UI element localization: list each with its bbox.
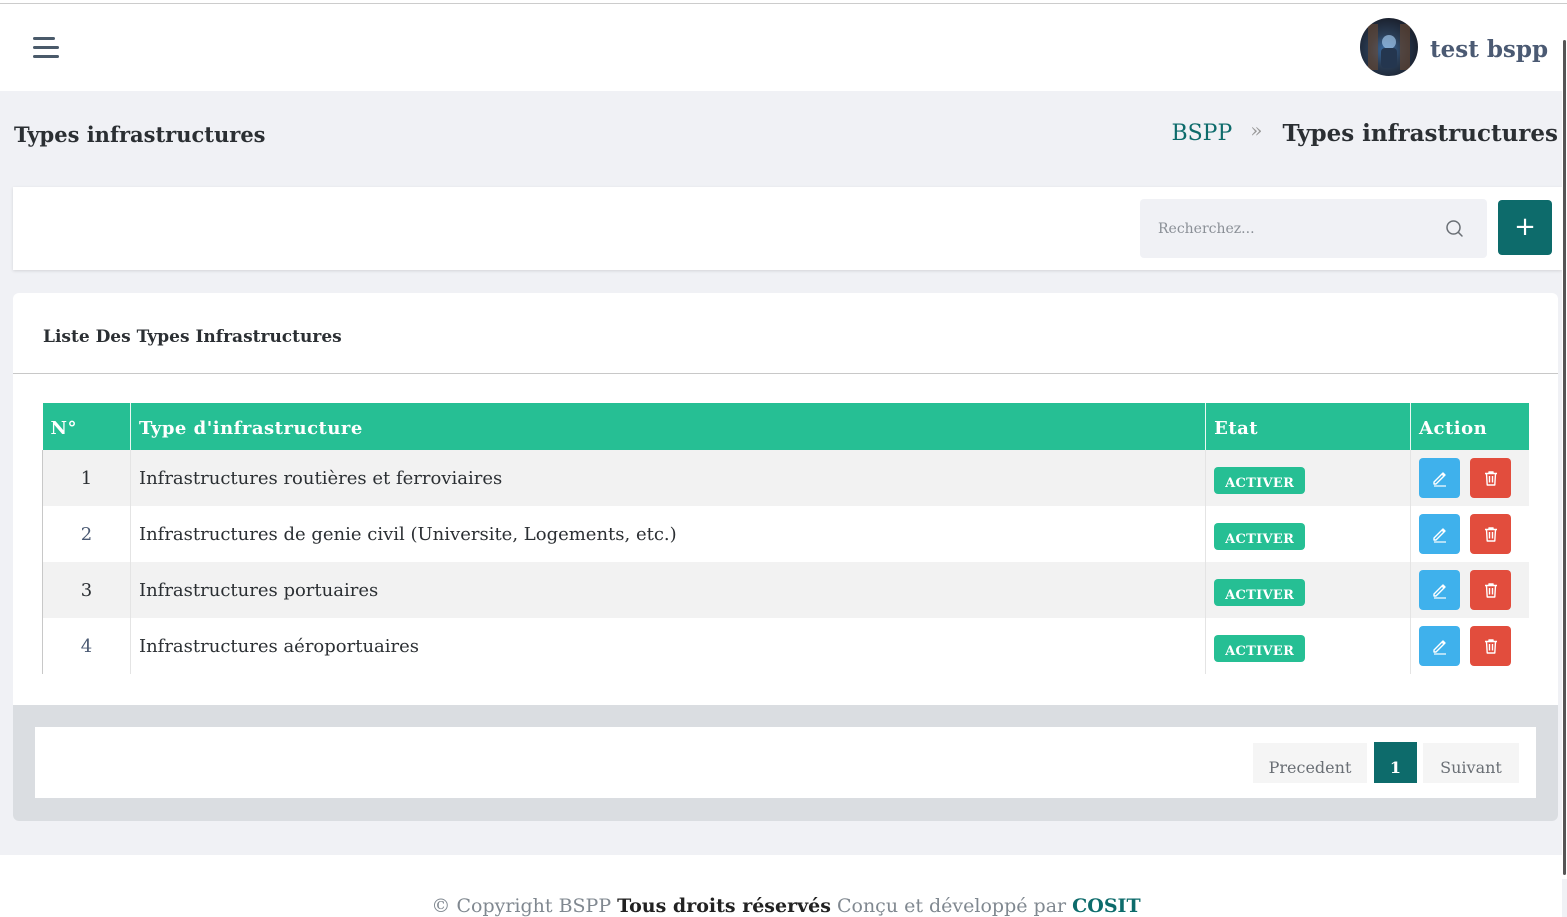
row-number: 4 bbox=[42, 618, 131, 674]
username[interactable]: test bspp bbox=[1430, 36, 1548, 63]
table-header-row: N° Type d'infrastructure Etat Action bbox=[42, 403, 1529, 450]
column-header-action: Action bbox=[1410, 403, 1529, 450]
table-row: 1 Infrastructures routières et ferroviai… bbox=[42, 450, 1529, 506]
row-number: 3 bbox=[42, 562, 131, 618]
trash-icon bbox=[1484, 471, 1497, 486]
row-type: Infrastructures portuaires bbox=[130, 562, 1207, 618]
status-badge[interactable]: ACTIVER bbox=[1214, 578, 1306, 606]
row-type: Infrastructures de genie civil (Universi… bbox=[130, 506, 1207, 562]
delete-button[interactable] bbox=[1470, 458, 1512, 498]
row-actions bbox=[1410, 618, 1529, 674]
trash-icon bbox=[1484, 527, 1497, 542]
scrollbar-thumb[interactable] bbox=[1563, 40, 1566, 875]
delete-button[interactable] bbox=[1470, 570, 1512, 610]
delete-button[interactable] bbox=[1470, 626, 1512, 666]
delete-button[interactable] bbox=[1470, 514, 1512, 554]
edit-button[interactable] bbox=[1419, 458, 1461, 498]
search-icon[interactable] bbox=[1445, 219, 1465, 239]
status-badge[interactable]: ACTIVER bbox=[1214, 634, 1306, 662]
row-type: Infrastructures routières et ferroviaire… bbox=[130, 450, 1207, 506]
pencil-icon bbox=[1432, 528, 1446, 543]
pagination: Precedent 1 Suivant bbox=[35, 727, 1536, 798]
table-row: 3 Infrastructures portuaires ACTIVER bbox=[42, 562, 1529, 618]
row-actions bbox=[1410, 450, 1529, 506]
column-header-type[interactable]: Type d'infrastructure bbox=[130, 403, 1207, 450]
divider bbox=[13, 373, 1558, 374]
search-input[interactable] bbox=[1140, 199, 1440, 258]
pagination-previous-button[interactable]: Precedent bbox=[1253, 743, 1367, 783]
row-number: 1 bbox=[42, 450, 131, 506]
footer-rights: Tous droits réservés bbox=[617, 895, 831, 917]
breadcrumb-current: Types infrastructures bbox=[1282, 120, 1558, 147]
pagination-next-button[interactable]: Suivant bbox=[1423, 743, 1519, 783]
search-toolbar: + bbox=[13, 187, 1562, 270]
row-actions bbox=[1410, 562, 1529, 618]
footer: © Copyright BSPP Tous droits réservés Co… bbox=[0, 855, 1562, 917]
table-row: 4 Infrastructures aéroportuaires ACTIVER bbox=[42, 618, 1529, 674]
infrastructure-types-table: N° Type d'infrastructure Etat Action 1 I… bbox=[42, 403, 1529, 674]
breadcrumb-separator-icon: » bbox=[1250, 117, 1263, 142]
user-avatar[interactable] bbox=[1360, 18, 1418, 76]
row-actions bbox=[1410, 506, 1529, 562]
pencil-icon bbox=[1432, 472, 1446, 487]
trash-icon bbox=[1484, 639, 1497, 654]
trash-icon bbox=[1484, 583, 1497, 598]
footer-text: © Copyright BSPP Tous droits réservés Co… bbox=[0, 895, 1567, 917]
footer-copyright: © Copyright BSPP bbox=[431, 895, 612, 917]
hamburger-menu-icon[interactable] bbox=[33, 37, 61, 61]
row-etat-cell: ACTIVER bbox=[1205, 450, 1412, 506]
list-card: Liste Des Types Infrastructures N° Type … bbox=[13, 293, 1558, 821]
search-box bbox=[1140, 199, 1487, 258]
pencil-icon bbox=[1432, 584, 1446, 599]
edit-button[interactable] bbox=[1419, 626, 1461, 666]
page-title: Types infrastructures bbox=[14, 122, 266, 147]
pagination-page-1[interactable]: 1 bbox=[1374, 742, 1417, 783]
row-number: 2 bbox=[42, 506, 131, 562]
status-badge[interactable]: ACTIVER bbox=[1214, 522, 1306, 550]
column-header-number[interactable]: N° bbox=[42, 403, 131, 450]
row-etat-cell: ACTIVER bbox=[1205, 562, 1412, 618]
row-type: Infrastructures aéroportuaires bbox=[130, 618, 1207, 674]
row-etat-cell: ACTIVER bbox=[1205, 618, 1412, 674]
pencil-icon bbox=[1432, 640, 1446, 655]
column-header-etat[interactable]: Etat bbox=[1205, 403, 1412, 450]
footer-company-link[interactable]: COSIT bbox=[1072, 895, 1140, 917]
footer-designed: Conçu et développé par bbox=[836, 895, 1067, 917]
status-badge[interactable]: ACTIVER bbox=[1214, 466, 1306, 494]
breadcrumb: BSPP » Types infrastructures bbox=[1171, 117, 1558, 148]
row-etat-cell: ACTIVER bbox=[1205, 506, 1412, 562]
edit-button[interactable] bbox=[1419, 570, 1461, 610]
table-row: 2 Infrastructures de genie civil (Univer… bbox=[42, 506, 1529, 562]
breadcrumb-root-link[interactable]: BSPP bbox=[1171, 121, 1232, 146]
add-button[interactable]: + bbox=[1498, 200, 1552, 255]
edit-button[interactable] bbox=[1419, 514, 1461, 554]
list-title: Liste Des Types Infrastructures bbox=[43, 327, 342, 347]
top-navbar: test bspp bbox=[0, 4, 1562, 91]
